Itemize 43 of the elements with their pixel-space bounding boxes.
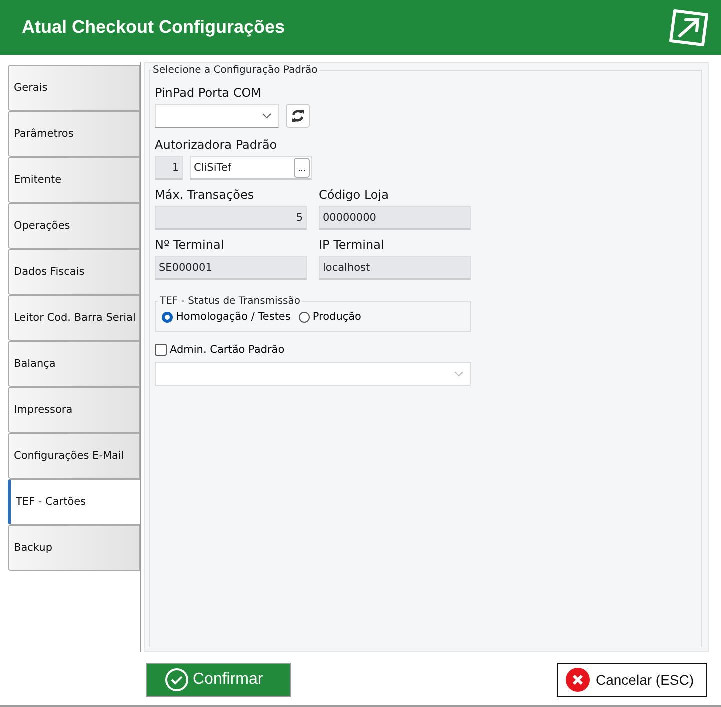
- window-title: Atual Checkout Configurações: [22, 17, 286, 38]
- sidebar-tab[interactable]: Parâmetros: [8, 111, 140, 157]
- authorizer-field[interactable]: CliSiTef: [194, 162, 232, 174]
- ip-field[interactable]: localhost: [319, 256, 471, 280]
- chevron-down-icon: [454, 371, 464, 377]
- radio-label: Produção: [312, 311, 362, 323]
- field-label: IP Terminal: [319, 238, 386, 252]
- code-field[interactable]: 1: [155, 156, 183, 180]
- max-transactions-field[interactable]: 5: [155, 206, 307, 230]
- sidebar-tab[interactable]: Dados Fiscais: [8, 249, 140, 295]
- cancel-button[interactable]: Cancelar (ESC): [557, 663, 707, 697]
- group-legend: TEF - Status de Transmissão: [158, 296, 302, 307]
- terminal-field[interactable]: SE000001: [155, 256, 307, 280]
- checkbox-label: Admin. Cartão Padrão: [170, 344, 285, 356]
- sidebar-tab[interactable]: TEF - Cartões: [8, 479, 140, 525]
- refresh-icon: [291, 109, 305, 123]
- sidebar-tab[interactable]: Balança: [8, 341, 140, 387]
- field-label: Máx. Transações: [155, 188, 256, 202]
- radio-button[interactable]: [298, 312, 310, 322]
- radio-button[interactable]: [162, 312, 173, 322]
- sidebar-tab[interactable]: Operações: [8, 203, 140, 249]
- lookup-button[interactable]: ...: [294, 158, 310, 178]
- field-label: Autorizadora Padrão: [155, 138, 278, 152]
- chevron-down-icon: [262, 113, 272, 119]
- field-label: PinPad Porta COM: [155, 86, 263, 100]
- sidebar-tab[interactable]: Leitor Cod. Barra Serial: [8, 295, 140, 341]
- close-icon: [566, 668, 590, 692]
- field-label: Código Loja: [319, 188, 390, 202]
- field-label: Nº Terminal: [155, 238, 226, 252]
- group-legend: Selecione a Configuração Padrão: [151, 65, 320, 76]
- port-dropdown[interactable]: [155, 104, 279, 128]
- sidebar-tab[interactable]: Gerais: [8, 65, 140, 111]
- radio-label: Homologação / Testes: [176, 311, 291, 323]
- check-circle-icon: [165, 668, 189, 692]
- sidebar-tab[interactable]: Backup: [8, 525, 140, 571]
- store-code-field[interactable]: 00000000: [319, 206, 471, 230]
- arrow-logo-icon: [667, 6, 711, 48]
- sidebar-tab[interactable]: Configurações E-Mail: [8, 433, 140, 479]
- confirm-button[interactable]: Confirmar: [146, 663, 291, 697]
- sidebar-tab[interactable]: Impressora: [8, 387, 140, 433]
- checkbox[interactable]: [155, 344, 167, 356]
- sidebar-tab[interactable]: Emitente: [8, 157, 140, 203]
- refresh-button[interactable]: [286, 104, 310, 128]
